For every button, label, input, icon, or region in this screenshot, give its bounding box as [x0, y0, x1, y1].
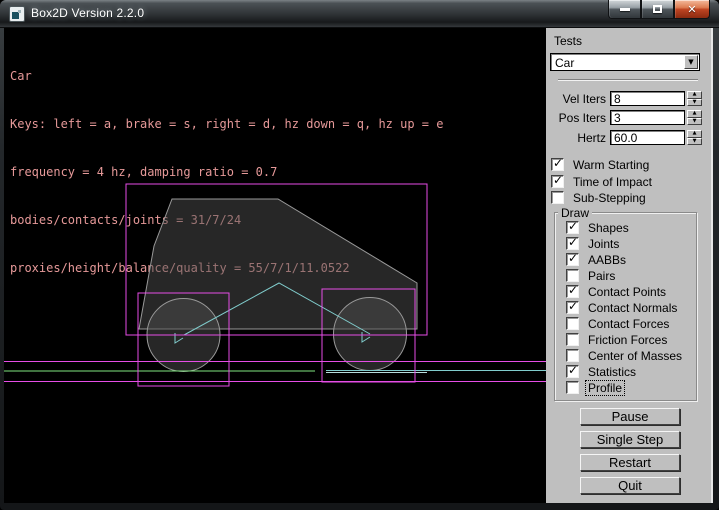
checkbox-box[interactable]: [566, 349, 579, 362]
maximize-button[interactable]: [641, 0, 674, 19]
tests-label: Tests: [554, 34, 582, 48]
checkbox-label: Profile: [586, 381, 624, 395]
app-icon-dot: [18, 10, 21, 13]
close-button[interactable]: ✕: [674, 0, 710, 19]
checkbox-box[interactable]: [566, 381, 579, 394]
checkbox-label: AABBs: [588, 253, 626, 267]
checkbox-label: Center of Masses: [588, 349, 682, 363]
arrow-down-icon: ▼: [693, 139, 697, 144]
pos-iters-label: Pos Iters: [546, 111, 606, 125]
tests-dropdown[interactable]: Car ▼: [550, 53, 700, 71]
hertz-label: Hertz: [546, 131, 606, 145]
checkbox-label: Sub-Stepping: [573, 191, 646, 205]
hertz-spinner-up[interactable]: ▲: [687, 130, 702, 138]
arrow-down-icon: ▼: [693, 119, 697, 124]
pos-iters-spinner: ▲ ▼: [687, 110, 702, 125]
check-icon: ✓: [568, 235, 578, 249]
quit-button[interactable]: Quit: [580, 477, 680, 494]
vel-iters-spinner-up[interactable]: ▲: [687, 91, 702, 99]
chevron-down-icon: ▼: [688, 59, 693, 66]
window-title: Box2D Version 2.2.0: [31, 6, 144, 20]
vel-iters-spinner-down[interactable]: ▼: [687, 99, 702, 107]
arrow-down-icon: ▼: [693, 100, 697, 105]
vel-iters-label: Vel Iters: [546, 92, 606, 106]
draw-group-title: Draw: [558, 206, 592, 220]
checkbox-box[interactable]: ✓: [566, 365, 579, 378]
arrow-up-icon: ▲: [693, 131, 697, 136]
checkbox-box[interactable]: [566, 317, 579, 330]
single-step-button[interactable]: Single Step: [580, 431, 680, 448]
check-icon: ✓: [568, 219, 578, 233]
check-icon: ✓: [568, 299, 578, 313]
checkbox-label: Pairs: [588, 269, 615, 283]
vel-iters-input[interactable]: [610, 91, 685, 106]
hertz-input[interactable]: [610, 130, 685, 145]
checkbox-label: Contact Normals: [588, 301, 677, 315]
pos-iters-spinner-down[interactable]: ▼: [687, 118, 702, 126]
simulation-canvas[interactable]: Car Keys: left = a, brake = s, right = d…: [4, 28, 546, 503]
checkbox-box[interactable]: ✓: [566, 221, 579, 234]
hertz-spinner: ▲ ▼: [687, 130, 702, 145]
check-icon: ✓: [568, 283, 578, 297]
checkbox-box[interactable]: ✓: [566, 285, 579, 298]
hertz-spinner-down[interactable]: ▼: [687, 138, 702, 146]
checkbox-label: Warm Starting: [573, 158, 649, 172]
arrow-up-icon: ▲: [693, 92, 697, 97]
check-icon: ✓: [553, 173, 563, 187]
checkbox-box[interactable]: [551, 191, 564, 204]
checkbox-box[interactable]: ✓: [551, 175, 564, 188]
check-icon: ✓: [568, 363, 578, 377]
app-window: Box2D Version 2.2.0 ✕ Car Keys: left = a…: [0, 0, 719, 510]
titlebar[interactable]: Box2D Version 2.2.0 ✕: [0, 0, 719, 28]
checkbox-label: Friction Forces: [588, 333, 667, 347]
app-icon: [9, 6, 25, 22]
checkbox-label: Statistics: [588, 365, 636, 379]
pos-iters-spinner-up[interactable]: ▲: [687, 110, 702, 118]
minimize-icon: [620, 8, 630, 11]
checkbox-label: Contact Forces: [588, 317, 669, 331]
check-icon: ✓: [553, 156, 563, 170]
client-area: Car Keys: left = a, brake = s, right = d…: [4, 28, 713, 503]
checkbox-box[interactable]: ✓: [566, 237, 579, 250]
checkbox-box[interactable]: [566, 269, 579, 282]
maximize-icon: [653, 5, 662, 13]
pause-button[interactable]: Pause: [580, 408, 680, 425]
minimize-button[interactable]: [608, 0, 641, 19]
check-icon: ✓: [568, 251, 578, 265]
checkbox-label: Contact Points: [588, 285, 666, 299]
vel-iters-spinner: ▲ ▼: [687, 91, 702, 106]
checkbox-label: Shapes: [588, 221, 629, 235]
app-icon-square: [12, 12, 19, 19]
caption-buttons: ✕: [608, 0, 710, 19]
checkbox-label: Time of Impact: [573, 175, 652, 189]
checkbox-box[interactable]: ✓: [566, 301, 579, 314]
close-icon: ✕: [687, 4, 696, 15]
arrow-up-icon: ▲: [693, 111, 697, 116]
tests-dropdown-button[interactable]: ▼: [684, 55, 698, 69]
physics-scene: [4, 28, 546, 503]
checkbox-label: Joints: [588, 237, 619, 251]
restart-button[interactable]: Restart: [580, 454, 680, 471]
checkbox-box[interactable]: ✓: [551, 158, 564, 171]
tests-dropdown-value: Car: [555, 56, 574, 70]
separator: [558, 79, 698, 81]
pos-iters-input[interactable]: [610, 110, 685, 125]
control-panel: Tests Car ▼ Vel Iters ▲ ▼ Pos Iters: [546, 28, 713, 503]
checkbox-box[interactable]: ✓: [566, 253, 579, 266]
checkbox-box[interactable]: [566, 333, 579, 346]
